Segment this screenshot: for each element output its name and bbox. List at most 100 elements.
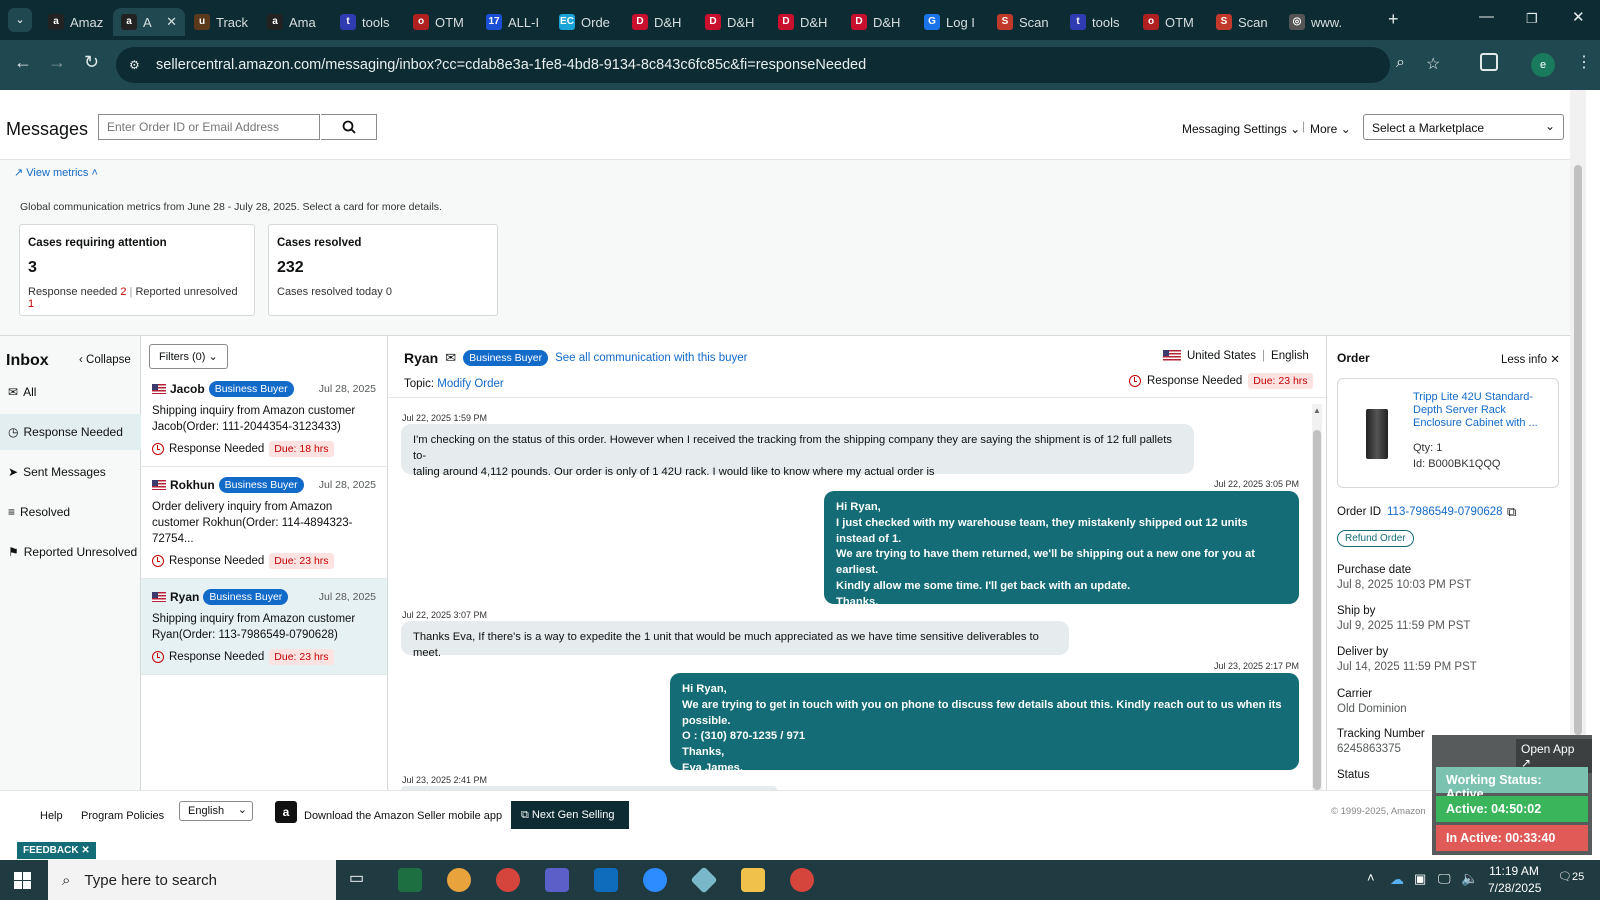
seller-message: Hi Ryan, I just checked with my warehous… — [824, 491, 1299, 624]
network-icon[interactable]: 🖵 — [1438, 871, 1451, 887]
tab-8[interactable]: D D&H — [624, 8, 696, 36]
zoom-icon[interactable] — [643, 868, 667, 892]
chevron-down-icon: ⌄ — [208, 351, 218, 363]
forward-icon[interactable]: → — [48, 52, 66, 73]
restore-icon[interactable]: ❐ — [1526, 11, 1538, 27]
next-gen-selling-button[interactable]: ⧉ Next Gen Selling — [511, 801, 629, 829]
email-icon[interactable]: ✉ — [445, 350, 456, 366]
see-all-communication-link[interactable]: See all communication with this buyer — [555, 352, 747, 364]
chrome-icon[interactable] — [447, 868, 471, 892]
more-menu[interactable]: More ⌄ — [1310, 122, 1351, 136]
tab-12[interactable]: G Log I — [916, 8, 988, 36]
conversation-item-selected[interactable]: Ryan Business Buyer Jul 28, 2025 Shippin… — [141, 579, 387, 675]
tab-14[interactable]: t tools — [1062, 8, 1134, 36]
tab-3[interactable]: a Ama — [259, 8, 331, 36]
task-view-icon[interactable]: ▭ — [349, 868, 373, 892]
scrollbar-thumb[interactable] — [1313, 430, 1321, 790]
copy-icon[interactable]: ⧉ — [1507, 504, 1516, 520]
messaging-settings-menu[interactable]: Messaging Settings ⌄ — [1182, 122, 1300, 136]
address-bar[interactable]: ⚙ sellercentral.amazon.com/messaging/inb… — [116, 47, 1440, 83]
conversation-item[interactable]: Jacob Business Buyer Jul 28, 2025 Shippi… — [141, 371, 387, 467]
clock[interactable]: 11:19 AM 7/28/2025 — [1488, 864, 1541, 895]
program-policies-link[interactable]: Program Policies — [81, 810, 164, 822]
feedback-button[interactable]: FEEDBACK ✕ — [17, 842, 96, 859]
tab-4[interactable]: t tools — [332, 8, 404, 36]
tab-5[interactable]: o OTM — [405, 8, 477, 36]
tab-0[interactable]: a Amaz — [40, 8, 112, 36]
view-metrics-toggle[interactable]: ↗ View metrics ˄ — [14, 166, 98, 179]
tab-6[interactable]: 17 ALL-I — [478, 8, 550, 36]
tab-13[interactable]: S Scan — [989, 8, 1061, 36]
app-diamond-icon[interactable] — [690, 866, 718, 894]
bookmark-star-icon[interactable]: ☆ — [1426, 54, 1440, 74]
amazon-icon: a — [48, 14, 64, 30]
page-scrollbar[interactable] — [1570, 90, 1586, 790]
marketplace-select[interactable]: Select a Marketplace ⌄ — [1363, 114, 1564, 140]
teams-icon[interactable] — [545, 868, 569, 892]
help-link[interactable]: Help — [40, 810, 63, 822]
thread-scrollbar[interactable]: ▲ — [1312, 404, 1322, 790]
windows-start-icon[interactable] — [14, 872, 31, 889]
conversation-status: Response Needed Due: 23 hrs — [152, 553, 376, 569]
excel-icon[interactable] — [398, 868, 422, 892]
tracking-number-value[interactable]: 6245863375 — [1337, 743, 1401, 755]
nav-resolved[interactable]: ≡ Resolved — [0, 494, 141, 530]
tab-17[interactable]: ◎ www. — [1281, 8, 1353, 36]
notifications-icon[interactable]: 🗨25 — [1558, 870, 1584, 883]
tab-10[interactable]: D D&H — [770, 8, 842, 36]
chrome-profile-icon[interactable] — [496, 868, 520, 892]
browser-menu-icon[interactable]: ⋮ — [1576, 52, 1592, 72]
search-button[interactable] — [321, 114, 377, 140]
message-line: We are trying to get in touch with you o… — [682, 698, 1282, 727]
minimize-icon[interactable]: — — [1479, 8, 1494, 25]
url-text[interactable]: sellercentral.amazon.com/messaging/inbox… — [156, 57, 866, 73]
status-label: Response Needed — [169, 651, 265, 663]
tab-11[interactable]: D D&H — [843, 8, 915, 36]
new-tab-button[interactable]: + — [1388, 9, 1399, 30]
back-icon[interactable]: ← — [14, 52, 32, 73]
onedrive-icon[interactable]: ☁ — [1390, 871, 1404, 888]
zoom-icon[interactable]: ⌕ — [1396, 54, 1405, 72]
tab-16[interactable]: S Scan — [1208, 8, 1280, 36]
conversation-item[interactable]: Rokhun Business Buyer Jul 28, 2025 Order… — [141, 467, 387, 579]
collapse-button[interactable]: ‹ Collapse — [79, 354, 131, 366]
order-search-input[interactable] — [98, 114, 320, 140]
tab-2[interactable]: u Track — [186, 8, 258, 36]
nav-response-needed[interactable]: ◷ Response Needed — [0, 414, 141, 450]
topic-link[interactable]: Modify Order — [437, 378, 503, 390]
security-icon[interactable]: ▣ — [1414, 871, 1426, 887]
tab-label: Scan — [1019, 14, 1049, 30]
chrome-alt-icon[interactable] — [790, 868, 814, 892]
extensions-icon[interactable] — [1480, 53, 1498, 71]
language-select[interactable]: English ⌄ — [179, 801, 253, 821]
scroll-up-icon[interactable]: ▲ — [1313, 406, 1321, 415]
refund-order-button[interactable]: Refund Order — [1337, 530, 1414, 547]
show-hidden-icons[interactable]: ˄ — [1367, 870, 1375, 885]
profile-avatar[interactable]: e — [1531, 53, 1555, 77]
product-title-link[interactable]: Tripp Lite 42U Standard- Depth Server Ra… — [1413, 391, 1553, 430]
tab-9[interactable]: D D&H — [697, 8, 769, 36]
download-app-link[interactable]: Download the Amazon Seller mobile app — [304, 810, 502, 822]
site-info-icon[interactable]: ⚙ — [129, 58, 143, 72]
nav-reported-unresolved[interactable]: ⚑ Reported Unresolved — [0, 534, 141, 570]
nav-all[interactable]: ✉ All — [0, 374, 141, 410]
volume-icon[interactable]: 🔈 — [1461, 870, 1478, 887]
scrollbar-thumb[interactable] — [1574, 165, 1582, 735]
less-info-button[interactable]: Less info ✕ — [1501, 352, 1560, 366]
reload-icon[interactable]: ↻ — [84, 52, 99, 73]
nav-sent-messages[interactable]: ➤ Sent Messages — [0, 454, 141, 490]
tab-7[interactable]: EC Orde — [551, 8, 623, 36]
order-id-link[interactable]: 113-7986549-0790628 — [1387, 506, 1503, 518]
outlook-icon[interactable] — [594, 868, 618, 892]
metric-card-attention[interactable]: Cases requiring attention 3 Response nee… — [19, 224, 255, 316]
metric-card-resolved[interactable]: Cases resolved 232 Cases resolved today … — [268, 224, 498, 316]
close-window-icon[interactable]: ✕ — [1572, 8, 1585, 26]
filters-button[interactable]: Filters (0) ⌄ — [149, 344, 228, 369]
file-explorer-icon[interactable] — [741, 868, 765, 892]
tab-1[interactable]: a A ✕ — [113, 8, 185, 36]
tab-search-button[interactable]: ⌄ — [8, 8, 32, 32]
close-tab-icon[interactable]: ✕ — [166, 14, 177, 30]
taskbar-search[interactable]: ⌕ Type here to search — [48, 860, 336, 900]
tab-15[interactable]: o OTM — [1135, 8, 1207, 36]
buyer-name: Ryan — [404, 350, 439, 366]
